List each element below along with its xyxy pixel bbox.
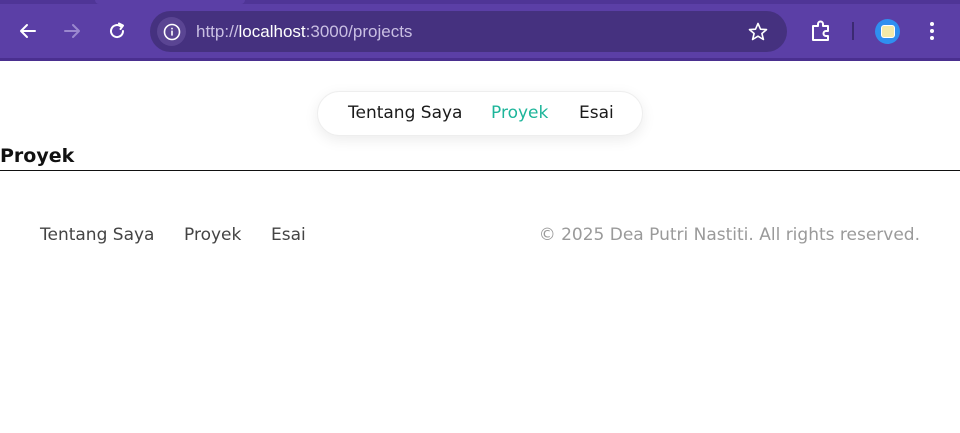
kebab-menu-icon[interactable] (922, 19, 942, 43)
active-tab-notch (95, 0, 245, 4)
url-text[interactable]: http://localhost:3000/projects (196, 22, 412, 42)
profile-icon[interactable] (875, 19, 900, 44)
extensions-icon[interactable] (808, 18, 834, 44)
toolbar-divider (852, 22, 854, 40)
footer-link-projects[interactable]: Proyek (184, 225, 241, 245)
reload-icon (110, 22, 125, 39)
back-arrow-icon (20, 24, 36, 38)
forward-button[interactable] (58, 17, 86, 45)
browser-toolbar: http://localhost:3000/projects (0, 0, 960, 61)
nav-link-essays[interactable]: Esai (579, 103, 614, 123)
star-icon[interactable] (747, 21, 769, 43)
heading-divider (0, 170, 960, 171)
nav-link-about[interactable]: Tentang Saya (348, 103, 462, 123)
nav-link-projects[interactable]: Proyek (491, 103, 548, 123)
profile-avatar-image (880, 25, 895, 38)
toolbar-bottom-border (0, 58, 960, 61)
url-host: localhost (238, 22, 306, 41)
reload-button[interactable] (103, 17, 131, 45)
back-button[interactable] (14, 17, 42, 45)
url-scheme: http:// (196, 22, 239, 41)
forward-arrow-icon (64, 24, 80, 38)
page-title: Proyek (0, 145, 75, 167)
url-path: :3000/projects (305, 22, 413, 41)
footer-link-about[interactable]: Tentang Saya (40, 225, 154, 245)
main-nav: Tentang Saya Proyek Esai (317, 91, 643, 136)
info-icon[interactable] (157, 17, 186, 46)
footer-link-essays[interactable]: Esai (271, 225, 306, 245)
address-bar[interactable]: http://localhost:3000/projects (150, 11, 787, 52)
copyright-text: © 2025 Dea Putri Nastiti. All rights res… (538, 225, 920, 245)
